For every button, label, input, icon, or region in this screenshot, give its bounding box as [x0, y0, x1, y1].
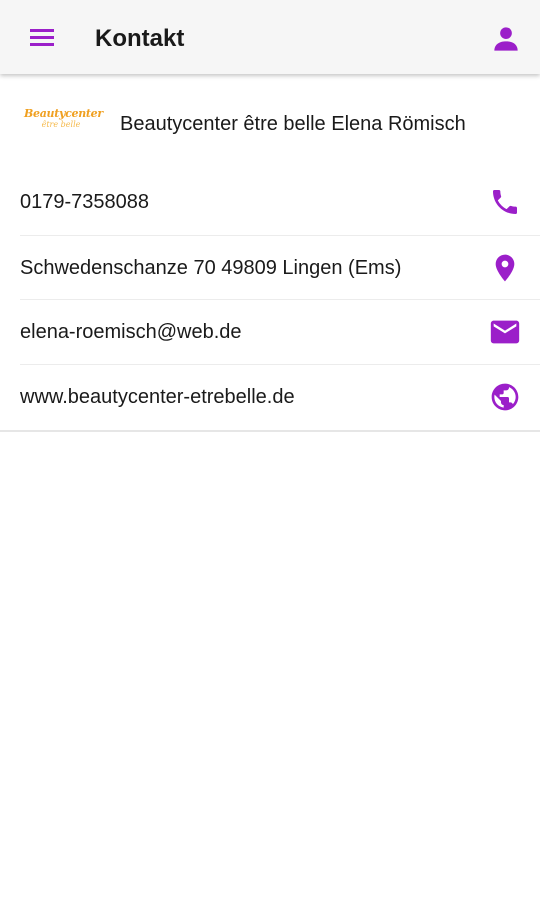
hamburger-menu-icon [30, 29, 54, 46]
menu-button[interactable] [22, 19, 62, 55]
contact-row-phone[interactable]: 0179-7358088 [20, 170, 540, 234]
contact-row-address[interactable]: Schwedenschanze 70 49809 Lingen (Ems) [20, 235, 540, 300]
person-icon [494, 27, 518, 51]
contact-row-website[interactable]: www.beautycenter-etrebelle.de [20, 364, 540, 429]
logo-text-sub: être belle [41, 120, 81, 129]
empty-area [0, 432, 540, 900]
business-logo: Beautycenter être belle [24, 107, 103, 140]
email-button[interactable] [487, 314, 523, 350]
page-title: Kontakt [95, 25, 185, 52]
address-text: Schwedenschanze 70 49809 Lingen (Ems) [20, 257, 402, 279]
profile-button[interactable] [486, 19, 526, 59]
website-url: www.beautycenter-etrebelle.de [20, 386, 295, 408]
phone-icon [493, 190, 517, 214]
email-address: elena-roemisch@web.de [20, 321, 242, 343]
business-name: Beautycenter être belle Elena Römisch [120, 113, 466, 135]
business-header: Beautycenter être belle Beautycenter êtr… [0, 94, 540, 154]
globe-icon [491, 383, 519, 411]
app-bar: Kontakt [0, 0, 540, 74]
app-screen: Kontakt Beautycenter être belle Beautyce… [0, 0, 540, 900]
logo-text-main: Beautycenter [24, 107, 103, 120]
envelope-icon [490, 320, 520, 344]
contact-row-email[interactable]: elena-roemisch@web.de [20, 299, 540, 364]
map-button[interactable] [487, 250, 523, 286]
contact-card: Beautycenter être belle Beautycenter êtr… [0, 74, 540, 432]
phone-number: 0179-7358088 [20, 191, 150, 213]
call-button[interactable] [487, 184, 523, 220]
map-pin-icon [495, 254, 515, 282]
website-button[interactable] [487, 379, 523, 415]
